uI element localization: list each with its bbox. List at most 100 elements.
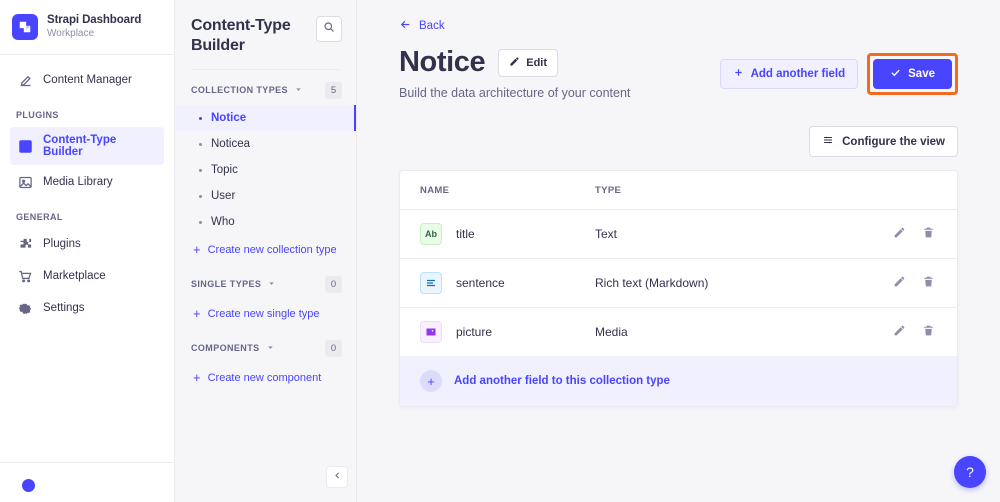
sidebar-item-media-library[interactable]: Media Library: [10, 167, 164, 197]
sidebar-item-content-manager[interactable]: Content Manager: [10, 65, 164, 95]
add-another-field-row-label: Add another field to this collection typ…: [454, 375, 670, 387]
image-icon: [17, 174, 33, 190]
create-link-label: Create new collection type: [207, 243, 337, 256]
page-header: Notice Edit Build the data architecture …: [399, 48, 958, 100]
cell-type: Text: [595, 209, 865, 259]
configure-the-view-button[interactable]: Configure the view: [809, 126, 958, 157]
row-edit-button[interactable]: [893, 324, 906, 337]
row-delete-button[interactable]: [922, 324, 935, 337]
page-subtitle: Build the data architecture of your cont…: [399, 86, 631, 100]
create-new-collection-type-link[interactable]: + Create new collection type: [175, 235, 356, 264]
nav-section-label-general: GENERAL: [16, 212, 63, 222]
pencil-icon: [509, 56, 520, 70]
back-link[interactable]: Back: [399, 18, 445, 34]
subnav-title: Content-Type Builder: [191, 17, 291, 54]
sidebar-item-marketplace[interactable]: Marketplace: [10, 261, 164, 291]
field-name: title: [456, 227, 475, 241]
bullet-icon: [199, 116, 202, 120]
table-row[interactable]: picture Media: [400, 308, 957, 357]
create-link-label: Create new single type: [207, 307, 320, 320]
sidebar-item-label: Content-Type Builder: [43, 134, 117, 158]
sidebar-item-label: Marketplace: [43, 270, 106, 282]
save-button[interactable]: Save: [873, 59, 952, 89]
field-name: sentence: [456, 276, 505, 290]
content-type-builder-sidebar: Content-Type Builder COLLECTION TYPES 5: [175, 0, 357, 502]
layout-grid-icon: [17, 138, 33, 154]
edit-button[interactable]: Edit: [498, 48, 559, 77]
nav-plugins-section: PLUGINS Content-Type Builder Media Libra…: [0, 97, 174, 199]
configure-row: Configure the view: [399, 126, 958, 157]
nav-user-footer[interactable]: [0, 462, 174, 502]
shopping-cart-icon: [17, 268, 33, 284]
bullet-icon: [199, 168, 202, 172]
cell-actions: [865, 258, 957, 308]
configure-label: Configure the view: [842, 135, 945, 148]
plus-icon: +: [193, 370, 201, 385]
collection-type-label: Topic: [211, 164, 238, 176]
fields-table-card: NAME TYPE Ab title Text sentence Rich te…: [399, 170, 958, 407]
collapse-sidebar-button[interactable]: [326, 466, 348, 488]
plus-icon: +: [193, 242, 201, 257]
save-button-highlight-wrapper: Save: [867, 53, 958, 95]
brand-title: Strapi Dashboard: [47, 13, 142, 26]
sidebar-item-content-type-builder[interactable]: Content-Type Builder: [10, 127, 164, 165]
bullet-icon: [199, 194, 202, 198]
bullet-icon: [199, 220, 202, 224]
collection-type-who[interactable]: Who: [175, 209, 356, 235]
sidebar-item-plugins[interactable]: Plugins: [10, 229, 164, 259]
cell-name: picture: [400, 308, 595, 357]
group-header-components[interactable]: COMPONENTS 0: [175, 328, 356, 363]
create-new-single-type-link[interactable]: + Create new single type: [175, 299, 356, 328]
table-header-row: NAME TYPE: [400, 171, 957, 210]
chevron-down-icon: [266, 339, 275, 357]
collection-type-noticea[interactable]: Noticea: [175, 131, 356, 157]
row-delete-button[interactable]: [922, 275, 935, 288]
collection-type-label: User: [211, 190, 236, 202]
bullet-icon: [199, 142, 202, 146]
table-body: Ab title Text sentence Rich text (Markdo…: [400, 209, 957, 357]
sidebar-item-label: Media Library: [43, 176, 113, 188]
group-label: COLLECTION TYPES: [191, 85, 288, 95]
chevron-down-icon: [267, 275, 276, 293]
app-root: Strapi Dashboard Workplace Content Manag…: [0, 0, 1000, 502]
row-edit-button[interactable]: [893, 226, 906, 239]
table-row[interactable]: sentence Rich text (Markdown): [400, 258, 957, 308]
save-label: Save: [908, 68, 935, 80]
collection-type-label: Who: [211, 216, 235, 228]
cell-actions: [865, 308, 957, 357]
pencil-square-icon: [17, 72, 33, 88]
subnav-header: Content-Type Builder: [175, 0, 356, 56]
fields-table: NAME TYPE Ab title Text sentence Rich te…: [400, 171, 957, 356]
text-field-icon: Ab: [420, 223, 442, 245]
table-row[interactable]: Ab title Text: [400, 209, 957, 259]
brand-header[interactable]: Strapi Dashboard Workplace: [0, 0, 174, 55]
plus-icon: [733, 67, 744, 81]
collection-type-topic[interactable]: Topic: [175, 157, 356, 183]
add-another-field-to-collection-row[interactable]: + Add another field to this collection t…: [400, 356, 957, 406]
collection-type-notice[interactable]: Notice: [175, 105, 356, 131]
cell-actions: [865, 209, 957, 259]
nav-general-section: GENERAL Plugins Marketplace Settings: [0, 199, 174, 325]
cell-name: sentence: [400, 258, 595, 308]
chevron-down-icon: [294, 81, 303, 99]
check-icon: [890, 67, 901, 81]
sidebar-item-settings[interactable]: Settings: [10, 293, 164, 323]
add-another-field-button[interactable]: Add another field: [719, 59, 859, 89]
field-name: picture: [456, 325, 493, 339]
search-button[interactable]: [316, 16, 342, 42]
collection-type-user[interactable]: User: [175, 183, 356, 209]
group-header-single-types[interactable]: SINGLE TYPES 0: [175, 264, 356, 299]
create-link-label: Create new component: [207, 371, 322, 384]
group-label: SINGLE TYPES: [191, 279, 262, 289]
create-new-component-link[interactable]: + Create new component: [175, 363, 356, 392]
help-button[interactable]: ?: [954, 456, 986, 488]
group-header-collection-types[interactable]: COLLECTION TYPES 5: [175, 70, 356, 105]
plus-circle-icon: +: [420, 370, 442, 392]
sidebar-item-label: Content Manager: [43, 74, 132, 86]
puzzle-icon: [17, 236, 33, 252]
row-delete-button[interactable]: [922, 226, 935, 239]
sidebar-item-label: Plugins: [43, 238, 81, 250]
row-edit-button[interactable]: [893, 275, 906, 288]
collection-type-label: Notice: [211, 112, 247, 124]
